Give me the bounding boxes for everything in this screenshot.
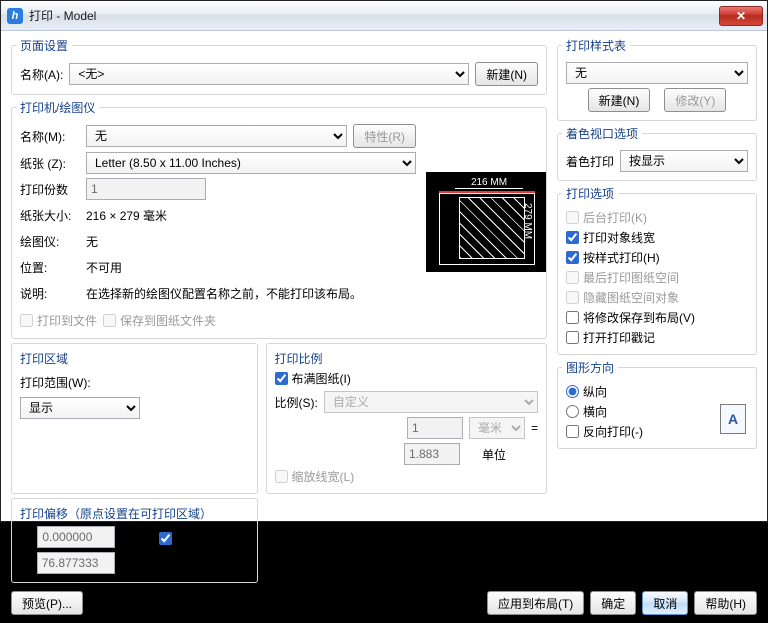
page-setup-name-label: 名称(A):: [20, 66, 63, 83]
offset-x-label: X:: [20, 530, 31, 544]
opt-save-to-layout-check[interactable]: 将修改保存到布局(V): [566, 309, 748, 326]
papersize-label: 纸张大小:: [20, 207, 80, 224]
cancel-button[interactable]: 取消: [642, 591, 688, 615]
printer-props-button: 特性(R): [353, 124, 416, 148]
printer-group: 打印机/绘图仪 名称(M): 无 特性(R) 纸张 (Z): Letter (8…: [11, 99, 547, 339]
shade-label: 着色打印: [566, 153, 614, 170]
opt-paperspace-last-check: 最后打印图纸空间: [566, 269, 748, 286]
plotarea-legend: 打印区域: [16, 350, 249, 367]
style-group: 打印样式表 无 新建(N) 修改(Y): [557, 37, 757, 121]
desc-value: 在选择新的绘图仪配置名称之前，不能打印该布局。: [86, 285, 362, 302]
options-group: 打印选项 后台打印(K) 打印对象线宽 按样式打印(H) 最后打印图纸空间 隐藏…: [557, 185, 757, 355]
paper-label: 纸张 (Z):: [20, 155, 80, 172]
page-setup-group: 页面设置 名称(A): <无> 新建(N): [11, 37, 547, 95]
plotrange-label: 打印范围(W):: [20, 374, 91, 391]
orient-group: 图形方向 纵向 横向 反向打印(-) A: [557, 359, 757, 449]
page-setup-name-select[interactable]: <无>: [69, 63, 469, 85]
scale-a-unit: 毫米: [469, 417, 525, 439]
app-icon: h: [7, 8, 23, 24]
style-select[interactable]: 无: [566, 62, 748, 84]
style-legend: 打印样式表: [562, 37, 630, 54]
opt-lineweights-check[interactable]: 打印对象线宽: [566, 229, 748, 246]
copies-value: [86, 178, 206, 200]
apply-to-layout-button[interactable]: 应用到布局(T): [487, 591, 584, 615]
help-button[interactable]: 帮助(H): [694, 591, 757, 615]
opt-plot-stamp-check[interactable]: 打开打印戳记: [566, 329, 748, 346]
offset-y-label: Y:: [20, 556, 31, 570]
style-new-button[interactable]: 新建(N): [588, 88, 651, 112]
scale-lineweights-check: 缩放线宽(L): [275, 468, 538, 485]
preview-hatch: [459, 197, 525, 259]
plotrange-select[interactable]: 显示: [20, 397, 140, 419]
options-legend: 打印选项: [562, 185, 618, 202]
preview-height: 279 MM: [521, 203, 533, 239]
footer: 预览(P)... 应用到布局(T) 确定 取消 帮助(H): [1, 587, 767, 623]
scale-b-input: [404, 443, 460, 465]
shade-group: 着色视口选项 着色打印 按显示: [557, 125, 757, 181]
offset-y-input: [37, 552, 115, 574]
shade-select[interactable]: 按显示: [620, 150, 748, 172]
scale-label: 比例(S):: [275, 394, 318, 411]
paper-preview: 216 MM 279 MM: [426, 172, 546, 272]
page-setup-legend: 页面设置: [16, 37, 72, 54]
orient-legend: 图形方向: [562, 359, 618, 376]
print-to-file-check: 打印到文件: [20, 312, 97, 329]
papersize-value: 216 × 279 毫米: [86, 207, 167, 224]
paper-select[interactable]: Letter (8.50 x 11.00 Inches): [86, 152, 416, 174]
copies-label: 打印份数: [20, 181, 80, 198]
scale-eq: =: [531, 421, 538, 435]
location-label: 位置:: [20, 259, 80, 276]
fit-to-paper-check[interactable]: 布满图纸(I): [275, 370, 538, 387]
offset-y-unit: 毫米: [121, 555, 145, 572]
location-value: 不可用: [86, 259, 122, 276]
close-button[interactable]: ✕: [719, 6, 763, 26]
ok-button[interactable]: 确定: [590, 591, 636, 615]
printer-name-label: 名称(M):: [20, 128, 80, 145]
save-to-sheetset-check: 保存到图纸文件夹: [103, 312, 216, 329]
titlebar[interactable]: h 打印 - Model ✕: [1, 1, 767, 31]
scale-a-input: [407, 417, 463, 439]
opt-bystyle-check[interactable]: 按样式打印(H): [566, 249, 748, 266]
scale-select: 自定义: [324, 391, 538, 413]
style-modify-button: 修改(Y): [664, 88, 726, 112]
orient-portrait-radio[interactable]: 纵向: [566, 383, 748, 400]
window-title: 打印 - Model: [29, 7, 719, 24]
offset-x-input: [37, 526, 115, 548]
content-area: 页面设置 名称(A): <无> 新建(N) 打印机/绘图仪 名称(M): 无 特…: [1, 31, 767, 587]
orientation-icon: A: [720, 404, 746, 434]
shade-legend: 着色视口选项: [562, 125, 642, 142]
printer-name-select[interactable]: 无: [86, 125, 347, 147]
plotscale-legend: 打印比例: [271, 350, 538, 367]
opt-background-check: 后台打印(K): [566, 209, 748, 226]
opt-hide-ps-objects-check: 隐藏图纸空间对象: [566, 289, 748, 306]
plotter-label: 绘图仪:: [20, 233, 80, 250]
printer-legend: 打印机/绘图仪: [16, 99, 99, 116]
offset-legend: 打印偏移（原点设置在可打印区域）: [16, 505, 249, 522]
preview-width: 216 MM: [455, 177, 523, 189]
desc-label: 说明:: [20, 285, 80, 302]
print-dialog: h 打印 - Model ✕ 页面设置 名称(A): <无> 新建(N) 打印机…: [0, 0, 768, 522]
offset-x-unit: 毫米: [121, 529, 145, 546]
page-setup-new-button[interactable]: 新建(N): [475, 62, 538, 86]
preview-button[interactable]: 预览(P)...: [11, 591, 83, 615]
scale-b-unit: 单位: [466, 446, 522, 463]
center-plot-check[interactable]: 居中打印(C): [159, 530, 241, 547]
plotter-value: 无: [86, 233, 98, 250]
